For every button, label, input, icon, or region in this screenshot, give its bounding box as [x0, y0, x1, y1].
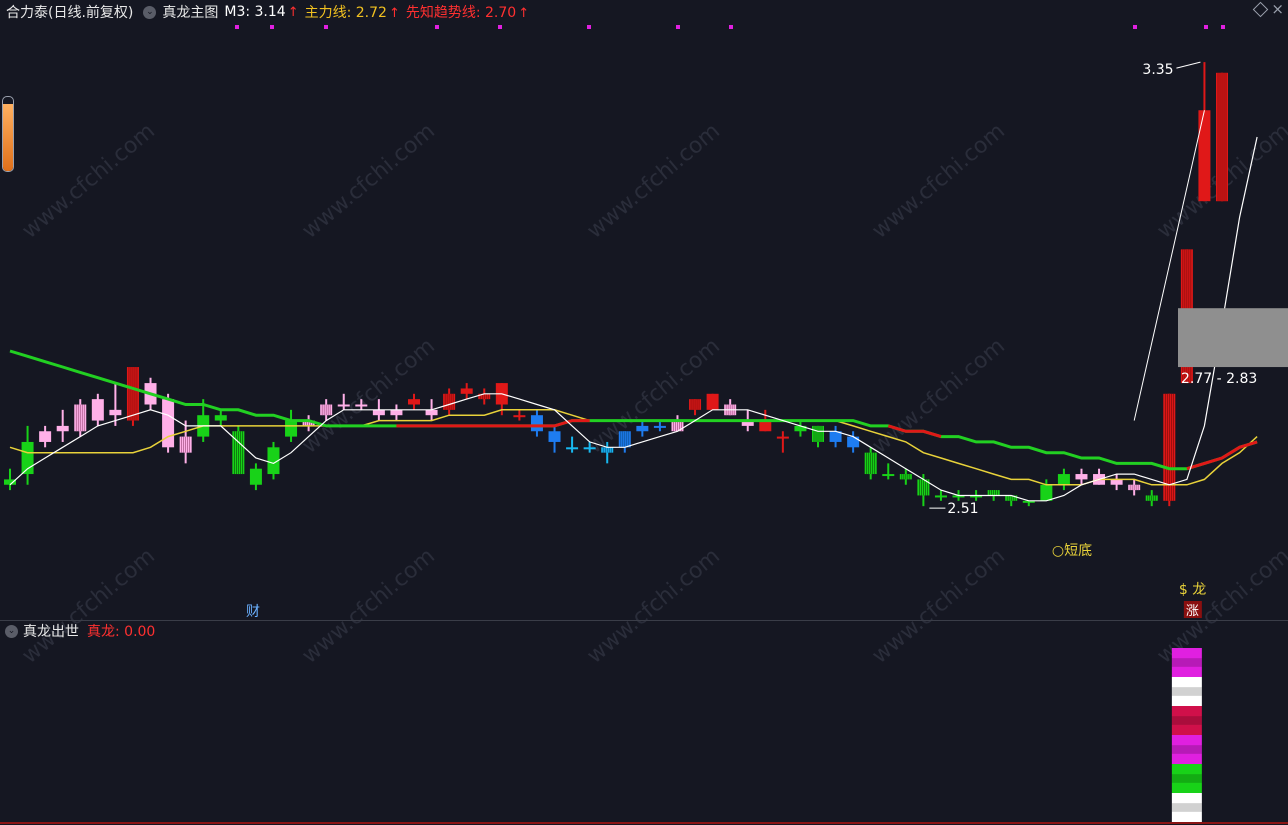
candle-body: [548, 431, 561, 442]
price-range-box: [1178, 308, 1288, 368]
candle-body: [653, 425, 666, 428]
watermark-text: www.cfchi.com: [18, 119, 160, 244]
candle-body: [583, 447, 596, 450]
main-line-value: 主力线: 2.72 ↑: [305, 2, 400, 22]
signal-dot: [1204, 25, 1208, 29]
price-range-label: 2.77 - 2.83: [1181, 371, 1257, 387]
signal-dot: [1133, 25, 1137, 29]
watermark-text: www.cfchi.com: [868, 334, 1010, 459]
signal-dot: [270, 25, 274, 29]
indicator-name[interactable]: 真龙主图: [162, 2, 218, 22]
high-arrow: [1176, 61, 1201, 69]
candle-body: [460, 388, 473, 394]
sub-panel-header: ⌄ 真龙出世 真龙: 0.00: [0, 621, 155, 641]
chart-header: 合力泰(日线.前复权) ⌄ 真龙主图 M3: 3.14 ↑ 主力线: 2.72 ↑ …: [0, 0, 535, 24]
candle-body: [1075, 474, 1088, 480]
sub-bar-shade: [1171, 745, 1202, 754]
close-icon[interactable]: ×: [1271, 0, 1284, 18]
candle-body: [56, 425, 69, 432]
sub-bar-shade: [1171, 774, 1202, 783]
candle-body: [372, 409, 385, 416]
candle-body: [109, 409, 122, 416]
candle-body: [249, 468, 262, 485]
short-bottom-signal: ○短底: [1052, 543, 1092, 559]
chevron-down-icon[interactable]: ⌄: [143, 5, 157, 19]
candlestick-chart: www.cfchi.com www.cfchi.com www.cfchi.com w…: [4, 25, 1288, 822]
candle-body: [1040, 484, 1053, 501]
high-price-label: 3.35: [1142, 62, 1173, 78]
candle-body: [934, 495, 947, 498]
signal-dot: [498, 25, 502, 29]
main-line-label: 主力线: 2.72: [304, 5, 387, 21]
sub-bar-shade: [1171, 716, 1202, 725]
trend-line-value: 先知趋势线: 2.70 ↑: [406, 2, 529, 22]
watermark-text: www.cfchi.com: [583, 334, 725, 459]
dragon-signal: $ 龙: [1179, 582, 1206, 598]
watermark-text: www.cfchi.com: [298, 119, 440, 244]
candle-body: [425, 409, 438, 416]
candle-body: [1057, 474, 1070, 485]
watermark-text: www.cfchi.com: [583, 119, 725, 244]
signal-dot: [435, 25, 439, 29]
candle-body: [882, 474, 895, 477]
m3-arrow-icon: ↑: [287, 5, 299, 20]
main-arrow-icon: ↑: [388, 6, 400, 21]
candle-body: [776, 436, 789, 439]
low-price-label: 2.51: [947, 501, 978, 517]
rise-signal: 涨: [1186, 604, 1199, 619]
watermark-text: www.cfchi.com: [298, 334, 440, 459]
chevron-down-icon[interactable]: ⌄: [5, 624, 18, 638]
candle-body: [706, 393, 719, 410]
bottom-baseline: [0, 822, 1288, 824]
watermark-text: www.cfchi.com: [583, 544, 725, 669]
candle-body: [513, 415, 526, 418]
signal-dot: [729, 25, 733, 29]
signal-dot: [1221, 25, 1225, 29]
watermark-text: www.cfchi.com: [18, 544, 160, 669]
cai-signal: 财: [246, 604, 260, 620]
stock-title[interactable]: 合力泰(日线.前复权): [6, 2, 133, 22]
candle-body: [214, 415, 227, 421]
zoom-slider[interactable]: [2, 96, 14, 172]
zoom-slider-fill: [3, 104, 13, 171]
sub-bar-shade: [1171, 658, 1202, 667]
candle-body: [355, 404, 368, 407]
sub-panel-value: 真龙: 0.00: [87, 624, 156, 640]
candle-body: [39, 431, 52, 442]
candle-body: [337, 404, 350, 407]
candle-body: [408, 399, 420, 405]
watermark-text: www.cfchi.com: [868, 119, 1010, 244]
candle-body: [847, 436, 860, 448]
candle-body: [1198, 110, 1211, 202]
trend-line-red: [396, 419, 590, 428]
watermark-text: www.cfchi.com: [868, 544, 1010, 669]
candle-body: [759, 420, 772, 432]
sub-bar-shade: [1171, 803, 1202, 812]
sub-bar-shade: [1171, 687, 1202, 696]
signal-dot: [587, 25, 591, 29]
candle-body: [285, 420, 298, 437]
panel-divider: [0, 620, 1288, 621]
candle-body: [162, 399, 175, 448]
candle-body: [636, 425, 649, 432]
trend-arrow-icon: ↑: [518, 6, 530, 21]
candle-body: [390, 409, 403, 416]
candle-body: [1110, 479, 1123, 485]
sub-panel-title[interactable]: 真龙出世: [23, 621, 79, 641]
m3-label: M3: 3.14: [224, 4, 286, 20]
signal-dot: [235, 25, 239, 29]
candle-body: [91, 399, 104, 421]
candle-body: [530, 415, 543, 432]
candle-body: [566, 447, 579, 450]
trend-line-label: 先知趋势线: 2.70: [405, 5, 517, 21]
watermark-text: www.cfchi.com: [298, 544, 440, 669]
signal-dot: [676, 25, 680, 29]
signal-dot: [324, 25, 328, 29]
m3-value: M3: 3.14 ↑: [224, 4, 298, 20]
